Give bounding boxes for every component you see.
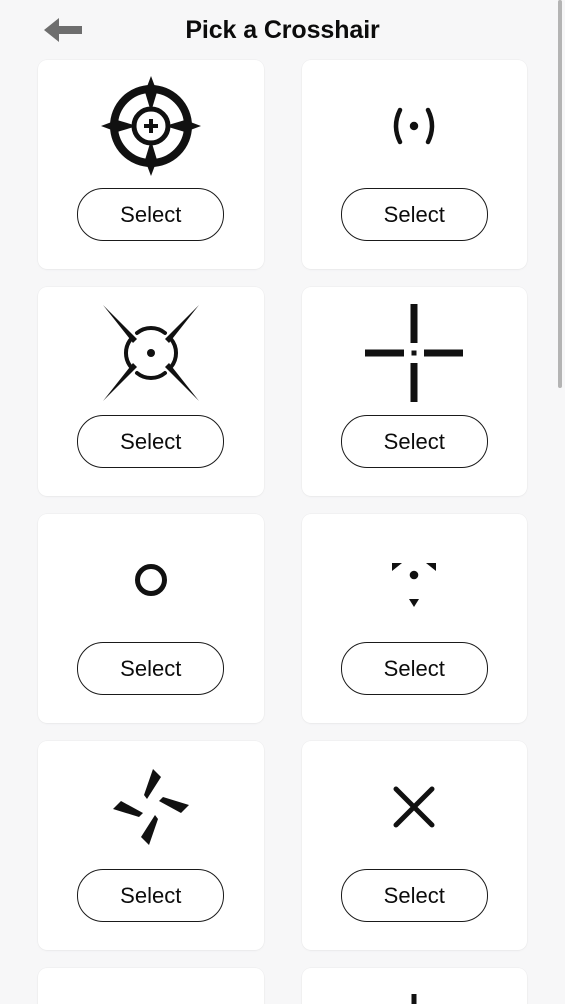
arc-swirl-reticle-icon — [99, 982, 203, 1004]
select-button[interactable]: Select — [77, 642, 225, 695]
crosshair-card[interactable]: Select — [301, 741, 528, 950]
ring-icon — [99, 528, 203, 632]
crosshair-preview — [38, 60, 264, 188]
crosshair-card[interactable]: Select — [38, 741, 264, 950]
three-chevrons-dot-icon — [362, 528, 466, 632]
diagonal-rays-dashed-circle-dot-icon — [99, 301, 203, 405]
crosshair-preview — [38, 968, 264, 1004]
crosshair-card[interactable]: Select — [38, 60, 264, 269]
crosshair-preview — [38, 741, 264, 869]
crosshair-card[interactable]: Select — [301, 287, 528, 496]
select-button[interactable]: Select — [340, 415, 488, 468]
select-button[interactable]: Select — [77, 188, 225, 241]
crosshair-grid: Select Select Select Select Select Selec… — [0, 60, 565, 1004]
select-button[interactable]: Select — [77, 415, 225, 468]
crosshair-preview — [38, 287, 264, 415]
header-bar: Pick a Crosshair — [0, 0, 565, 60]
crosshair-card[interactable]: Select — [38, 287, 264, 496]
crosshair-card[interactable]: Select — [301, 514, 528, 723]
select-button[interactable]: Select — [340, 188, 488, 241]
circle-vertical-line-reticle-icon — [362, 982, 466, 1004]
arrow-left-icon — [38, 15, 86, 45]
crosshair-picker-screen: Pick a Crosshair Select Select Select Se… — [0, 0, 565, 1004]
crosshair-preview — [302, 968, 528, 1004]
pinwheel-slashes-icon — [99, 755, 203, 859]
crosshair-preview — [302, 287, 528, 415]
crosshair-card[interactable]: Select — [301, 968, 528, 1004]
crosshair-preview — [38, 514, 264, 642]
back-button[interactable] — [38, 15, 86, 45]
select-button[interactable]: Select — [77, 869, 225, 922]
plus-crosshair-gap-dot-icon — [362, 301, 466, 405]
vertical-scrollbar[interactable] — [558, 0, 562, 1004]
select-button[interactable]: Select — [340, 869, 488, 922]
x-mark-icon — [362, 755, 466, 859]
crosshair-card[interactable]: Select — [38, 514, 264, 723]
scrollbar-thumb[interactable] — [558, 0, 562, 388]
crosshair-preview — [302, 60, 528, 188]
select-button[interactable]: Select — [340, 642, 488, 695]
target-reticle-icon — [99, 74, 203, 178]
bracket-dot-icon — [362, 74, 466, 178]
crosshair-card[interactable]: Select — [38, 968, 264, 1004]
crosshair-preview — [302, 741, 528, 869]
crosshair-preview — [302, 514, 528, 642]
crosshair-card[interactable]: Select — [301, 60, 528, 269]
